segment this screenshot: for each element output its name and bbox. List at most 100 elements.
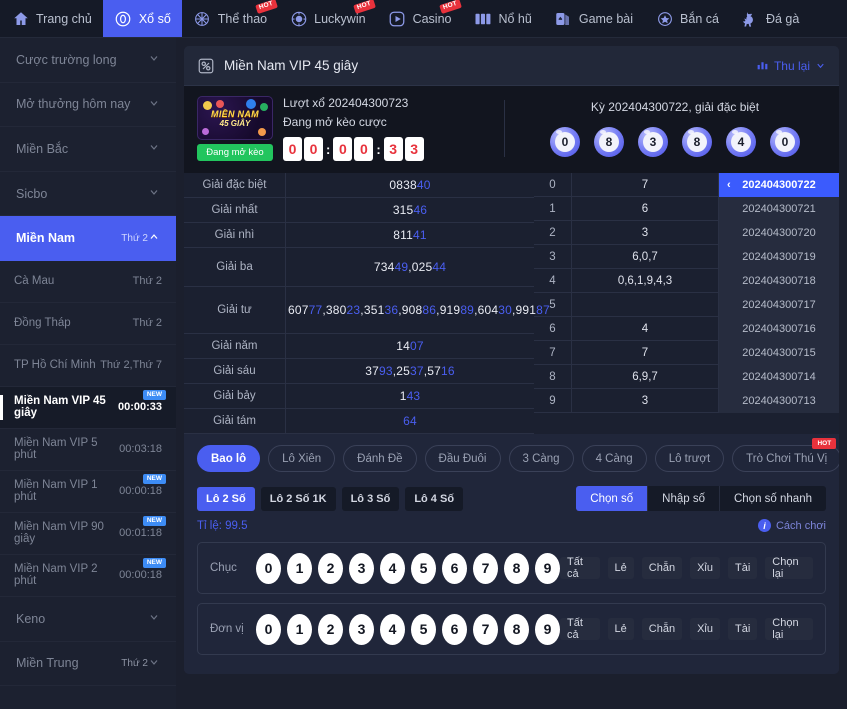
quick-xỉu-button[interactable]: Xỉu xyxy=(690,557,720,579)
digit-button[interactable]: 9 xyxy=(535,613,560,645)
period-id[interactable]: 202404300716 xyxy=(719,316,839,341)
quick-lẻ-button[interactable]: Lẻ xyxy=(607,618,634,640)
period-id[interactable]: 202404300718 xyxy=(719,268,839,293)
period-id[interactable]: 202404300720 xyxy=(719,220,839,245)
sidebar-item-miền-nam-vip-45-giây[interactable]: NEW Miền Nam VIP 45 giây 00:00:33 xyxy=(0,386,176,429)
digit-button[interactable]: 4 xyxy=(380,552,405,584)
how-to-play-button[interactable]: i Cách chơi xyxy=(757,519,826,532)
tab-lô-trượt[interactable]: Lô trượt xyxy=(654,445,725,472)
digit-button[interactable]: 2 xyxy=(318,552,343,584)
logo-line-2: 45 GIÂY xyxy=(219,118,251,128)
digit-button[interactable]: 0 xyxy=(256,552,281,584)
sidebar-item-cà-mau[interactable]: Cà Mau Thứ 2 xyxy=(0,261,176,303)
tab-đầu-đuôi[interactable]: Đầu Đuôi xyxy=(424,445,501,472)
sidebar-item-miền-nam-vip-2-phút[interactable]: NEW Miền Nam VIP 2 phút 00:00:18 xyxy=(0,555,176,597)
quick-lẻ-button[interactable]: Lẻ xyxy=(607,557,634,579)
nav-item-game-bài[interactable]: Game bài xyxy=(543,0,644,37)
table-row: Giải bảy 1 43 xyxy=(184,384,534,409)
sidebar-group-label: Miền Nam xyxy=(16,231,76,246)
tab-bao-lô[interactable]: Bao lô xyxy=(197,445,261,472)
sidebar-group-miền-nam[interactable]: Miền Nam Thứ 2 xyxy=(0,216,176,261)
sidebar-group-miền-bắc[interactable]: Miền Bắc xyxy=(0,127,176,172)
subtab-lô-3-số[interactable]: Lô 3 Số xyxy=(341,486,400,511)
table-row: 5 202404300717 xyxy=(534,292,839,317)
table-row: Giải đặc biệt 0838 40 xyxy=(184,173,534,198)
subtab-lô-2-số-1k[interactable]: Lô 2 Số 1K xyxy=(260,486,336,511)
digit-button[interactable]: 8 xyxy=(504,613,529,645)
sidebar-item-đồng-tháp[interactable]: Đồng Tháp Thứ 2 xyxy=(0,303,176,345)
mode-chọn-số[interactable]: Chọn số xyxy=(576,486,649,511)
tab-trò-chơi-thú-vị[interactable]: Trò Chơi Thú Vị HOT xyxy=(732,438,839,472)
digit-period-table: 0 7 ‹ 202404300722 1 6 202404300721 2 3 202404300… xyxy=(534,172,839,434)
period-id[interactable]: 202404300717 xyxy=(719,292,839,317)
sidebar-group-sicbo[interactable]: Sicbo xyxy=(0,172,176,217)
digit-button[interactable]: 6 xyxy=(442,552,467,584)
quick-tất-cả-button[interactable]: Tất cả xyxy=(560,556,600,580)
period-id[interactable]: ‹ 202404300722 xyxy=(719,172,839,197)
period-id[interactable]: 202404300719 xyxy=(719,244,839,269)
sidebar-group-keno[interactable]: Keno xyxy=(0,597,176,642)
digit-button[interactable]: 2 xyxy=(318,613,343,645)
table-row: 0 7 ‹ 202404300722 xyxy=(534,172,839,197)
period-id[interactable]: 202404300715 xyxy=(719,340,839,365)
sidebar-item-miền-nam-vip-5-phút[interactable]: Miền Nam VIP 5 phút 00:03:18 xyxy=(0,429,176,471)
digit-button[interactable]: 5 xyxy=(411,552,436,584)
nav-item-thể-thao[interactable]: Thể thao HOT xyxy=(182,0,278,37)
quick-tài-button[interactable]: Tài xyxy=(728,618,758,640)
quick-chọn-lại-button[interactable]: Chọn lại xyxy=(765,617,813,641)
nav-item-casino[interactable]: Casino HOT xyxy=(377,0,463,37)
quick-chọn-lại-button[interactable]: Chọn lại xyxy=(765,556,813,580)
tab-4-càng[interactable]: 4 Càng xyxy=(581,445,647,472)
nav-item-đá-gà[interactable]: Đá gà xyxy=(730,0,810,37)
digit-button[interactable]: 0 xyxy=(256,613,281,645)
quick-xỉu-button[interactable]: Xỉu xyxy=(690,618,720,640)
collapse-button[interactable]: Thu lại xyxy=(756,59,826,73)
tab-đánh-đề[interactable]: Đánh Đề xyxy=(343,445,417,472)
period-id[interactable]: 202404300713 xyxy=(719,388,839,413)
quick-chẵn-button[interactable]: Chẵn xyxy=(641,557,683,579)
digit-button[interactable]: 9 xyxy=(535,552,560,584)
game-logo-image: MIỀN NAM 45 GIÂY xyxy=(197,96,273,140)
digit-button[interactable]: 7 xyxy=(473,552,498,584)
sidebar-item-miền-nam-vip-90-giây[interactable]: NEW Miền Nam VIP 90 giây 00:01:18 xyxy=(0,513,176,555)
mode-nhập-số[interactable]: Nhập số xyxy=(648,486,720,511)
nav-item-bắn-cá[interactable]: Bắn cá xyxy=(644,0,730,37)
nav-item-nổ-hũ[interactable]: Nổ hũ xyxy=(462,0,542,37)
mode-chọn-số-nhanh[interactable]: Chọn số nhanh xyxy=(719,486,826,511)
sidebar-item-tp-hồ-chí-minh[interactable]: TP Hồ Chí Minh Thứ 2,Thứ 7 xyxy=(0,345,176,387)
digit-button[interactable]: 1 xyxy=(287,613,312,645)
period-id[interactable]: 202404300721 xyxy=(719,196,839,221)
lottery-coin-icon xyxy=(114,9,133,28)
digit-button[interactable]: 6 xyxy=(442,613,467,645)
subtab-lô-2-số[interactable]: Lô 2 Số xyxy=(197,486,255,511)
nav-item-label: Game bài xyxy=(578,11,634,26)
chevron-left-icon[interactable]: ‹ xyxy=(727,173,731,197)
nav-item-trang-chủ[interactable]: Trang chủ xyxy=(0,0,103,37)
nav-item-xổ-số[interactable]: Xổ số xyxy=(102,0,182,37)
digit-button[interactable]: 8 xyxy=(504,552,529,584)
sidebar-group-miền-trung[interactable]: Miền Trung Thứ 2 xyxy=(0,642,176,687)
sidebar-item-miền-nam-vip-1-phút[interactable]: NEW Miền Nam VIP 1 phút 00:00:18 xyxy=(0,471,176,513)
quick-tất-cả-button[interactable]: Tất cả xyxy=(560,617,600,641)
sidebar-group-mở-thưởng-hôm-nay[interactable]: Mở thưởng hôm nay xyxy=(0,83,176,128)
sidebar-group-cược-trường-long[interactable]: Cược trường long xyxy=(0,38,176,83)
home-icon xyxy=(11,9,30,28)
digit-button[interactable]: 3 xyxy=(349,613,374,645)
digit-button[interactable]: 7 xyxy=(473,613,498,645)
digit-button[interactable]: 1 xyxy=(287,552,312,584)
subtab-lô-4-số[interactable]: Lô 4 Số xyxy=(405,486,464,511)
digit-button[interactable]: 4 xyxy=(380,613,405,645)
period-id-label: 202404300717 xyxy=(742,298,816,311)
period-id[interactable]: 202404300714 xyxy=(719,364,839,389)
quick-chẵn-button[interactable]: Chẵn xyxy=(641,618,683,640)
table-row: Giải ba 734 49, 025 44 xyxy=(184,248,534,287)
digit-button[interactable]: 5 xyxy=(411,613,436,645)
nav-item-luckywin[interactable]: Luckywin HOT xyxy=(278,0,376,37)
result-ball-value: 4 xyxy=(731,132,751,152)
digit-button[interactable]: 3 xyxy=(349,552,374,584)
tab-3-càng[interactable]: 3 Càng xyxy=(508,445,574,472)
tab-lô-xiên[interactable]: Lô Xiên xyxy=(268,445,336,472)
quick-tài-button[interactable]: Tài xyxy=(728,557,758,579)
prize-label: Giải bảy xyxy=(184,384,286,408)
tab-label: Bao lô xyxy=(211,452,247,465)
